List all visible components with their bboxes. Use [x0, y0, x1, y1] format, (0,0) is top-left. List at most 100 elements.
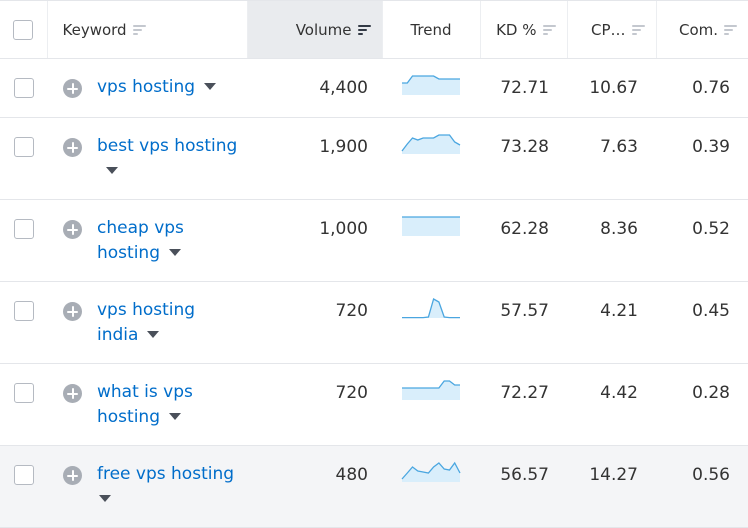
trend-sparkline	[402, 75, 460, 95]
add-keyword-icon[interactable]	[63, 220, 82, 239]
volume-column-header[interactable]: Volume	[246, 0, 382, 59]
select-all-cell	[0, 0, 47, 59]
caret-down-icon[interactable]	[106, 166, 118, 174]
sort-icon[interactable]	[132, 24, 147, 36]
trend-area	[402, 381, 460, 400]
cpc-cell: 7.63	[567, 117, 656, 200]
trend-sparkline	[402, 298, 460, 319]
volume-header-label: Volume	[295, 20, 352, 39]
com-header-label: Com.	[678, 20, 718, 39]
com-cell: 0.76	[656, 58, 748, 118]
keyword-link[interactable]: best vps hosting	[97, 136, 237, 156]
com-cell: 0.45	[656, 281, 748, 364]
table-row: cheap vps hosting 1,000 62.28 8.36 0.52	[0, 199, 748, 282]
trend-sparkline	[401, 134, 461, 154]
volume-cell: 480	[247, 445, 382, 528]
caret-down-icon[interactable]	[99, 495, 111, 502]
sort-active-icon[interactable]	[357, 24, 372, 36]
keyword-link[interactable]: vps hosting	[97, 77, 195, 97]
keyword-column-header[interactable]: Keyword	[46, 0, 247, 59]
com-column-header[interactable]: Com.	[655, 0, 748, 59]
cpc-cell: 10.67	[567, 58, 656, 118]
row-checkbox[interactable]	[14, 465, 34, 485]
keyword-link[interactable]: vps hosting india	[97, 300, 195, 345]
cpc-column-header[interactable]: CP…	[566, 0, 656, 59]
trend-cell	[382, 363, 480, 446]
row-check-cell	[0, 363, 47, 446]
kd-cell: 72.27	[480, 363, 567, 446]
keyword-cell: what is vps hosting	[47, 363, 247, 446]
table-row: vps hosting india 720 57.57 4.21 0.45	[0, 281, 748, 364]
volume-cell: 4,400	[247, 58, 382, 118]
trend-sparkline	[401, 461, 461, 482]
cpc-cell: 4.21	[567, 281, 656, 364]
keyword-link[interactable]: cheap vps hosting	[97, 218, 184, 263]
keyword-cell: vps hosting india	[47, 281, 247, 364]
cpc-cell: 8.36	[567, 199, 656, 282]
keyword-link[interactable]: what is vps hosting	[97, 382, 193, 427]
com-cell: 0.52	[656, 199, 748, 282]
trend-sparkline	[402, 380, 460, 400]
row-check-cell	[0, 58, 47, 118]
row-checkbox[interactable]	[14, 137, 34, 157]
row-check-cell	[0, 199, 47, 282]
volume-cell: 1,900	[247, 117, 382, 200]
kd-column-header[interactable]: KD %	[479, 0, 567, 59]
keyword-table: Keyword Volume Trend KD % CP… Com. vps h…	[0, 0, 748, 528]
cpc-header-label: CP…	[590, 20, 626, 39]
caret-down-icon[interactable]	[169, 248, 181, 256]
row-checkbox[interactable]	[14, 78, 34, 98]
sort-icon[interactable]	[724, 24, 738, 36]
trend-cell	[382, 58, 480, 118]
trend-cell	[382, 445, 480, 528]
add-keyword-icon[interactable]	[63, 79, 82, 98]
keyword-header-label: Keyword	[62, 20, 127, 39]
volume-cell: 1,000	[247, 199, 382, 282]
add-keyword-icon[interactable]	[63, 138, 82, 157]
sort-icon[interactable]	[631, 24, 646, 36]
add-keyword-icon[interactable]	[63, 384, 82, 403]
trend-cell	[382, 281, 480, 364]
caret-down-icon[interactable]	[204, 82, 217, 90]
keyword-cell: free vps hosting	[47, 445, 247, 528]
trend-column-header: Trend	[381, 0, 480, 59]
caret-down-icon[interactable]	[169, 412, 181, 420]
keyword-cell: best vps hosting	[47, 117, 247, 200]
add-keyword-icon[interactable]	[63, 466, 82, 485]
kd-cell: 56.57	[480, 445, 567, 528]
keyword-cell: cheap vps hosting	[47, 199, 247, 282]
table-row: free vps hosting 480 56.57 14.27 0.56	[0, 445, 748, 528]
row-checkbox[interactable]	[14, 219, 34, 239]
cpc-cell: 4.42	[567, 363, 656, 446]
table-row: best vps hosting 1,900 73.28 7.63 0.39	[0, 117, 748, 200]
row-checkbox[interactable]	[14, 301, 34, 321]
table-row: vps hosting 4,400 72.71 10.67 0.76	[0, 58, 748, 118]
row-check-cell	[0, 117, 47, 200]
com-cell: 0.39	[656, 117, 748, 200]
table-header-row: Keyword Volume Trend KD % CP… Com.	[0, 0, 748, 59]
table-row: what is vps hosting 720 72.27 4.42 0.28	[0, 363, 748, 446]
trend-area	[402, 463, 460, 482]
volume-cell: 720	[247, 281, 382, 364]
keyword-link[interactable]: free vps hosting	[97, 464, 234, 484]
kd-cell: 62.28	[480, 199, 567, 282]
select-all-checkbox[interactable]	[13, 19, 33, 40]
row-check-cell	[0, 281, 47, 364]
kd-header-label: KD %	[496, 20, 537, 39]
row-checkbox[interactable]	[14, 383, 34, 403]
cpc-cell: 14.27	[567, 445, 656, 528]
trend-cell	[382, 117, 480, 200]
volume-cell: 720	[247, 363, 382, 446]
trend-cell	[382, 199, 480, 282]
trend-header-label: Trend	[410, 20, 452, 39]
kd-cell: 72.71	[480, 58, 567, 118]
kd-cell: 73.28	[480, 117, 567, 200]
sort-icon[interactable]	[542, 24, 557, 36]
trend-sparkline	[402, 216, 460, 236]
keyword-cell: vps hosting	[47, 58, 247, 118]
caret-down-icon[interactable]	[147, 330, 160, 338]
row-check-cell	[0, 445, 47, 528]
trend-area	[402, 217, 460, 236]
com-cell: 0.56	[656, 445, 748, 528]
add-keyword-icon[interactable]	[63, 302, 82, 321]
